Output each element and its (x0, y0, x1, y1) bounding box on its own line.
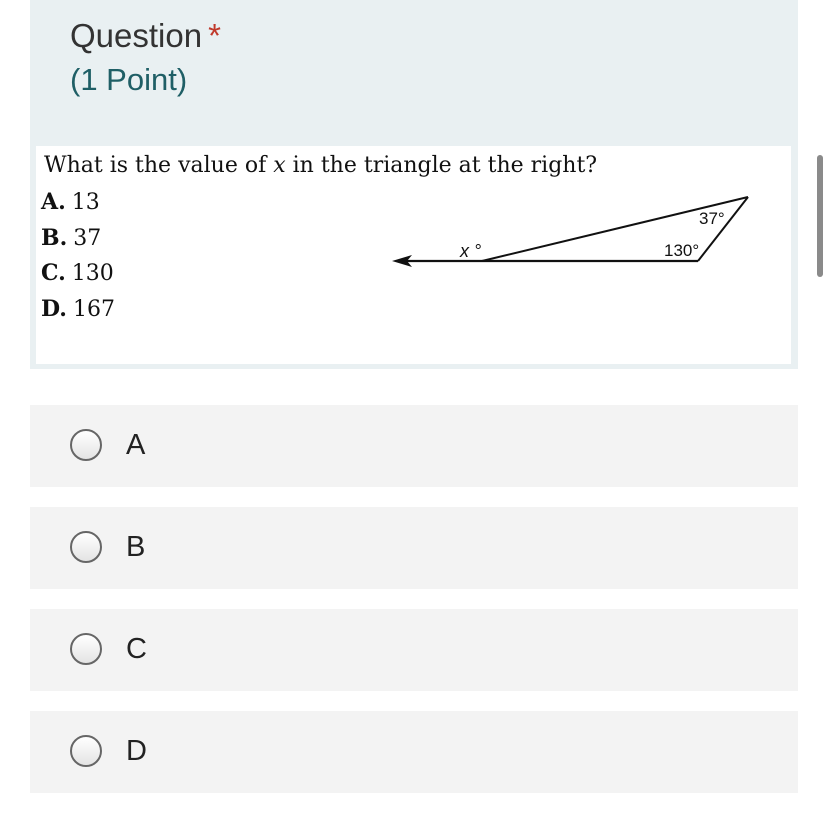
triangle-figure: x ° 37° 130° (392, 196, 749, 267)
exterior-angle-label: x ° (459, 241, 481, 261)
option-c[interactable]: C (30, 609, 798, 691)
right-angle-label: 130° (664, 241, 699, 260)
option-label: B (126, 531, 146, 563)
question-title: Question * (70, 16, 221, 56)
option-label: C (126, 633, 147, 665)
radio-button-icon[interactable] (70, 633, 102, 665)
option-label: A (126, 429, 146, 461)
scrollbar-thumb[interactable] (817, 155, 823, 277)
triangle-top-side (481, 196, 749, 262)
option-a[interactable]: A (30, 405, 798, 487)
question-points: (1 Point) (70, 62, 188, 97)
option-b[interactable]: B (30, 507, 798, 589)
option-d[interactable]: D (30, 711, 798, 793)
radio-button-icon[interactable] (70, 735, 102, 767)
top-angle-label: 37° (699, 209, 725, 228)
radio-button-icon[interactable] (70, 531, 102, 563)
question-title-text: Question (70, 17, 203, 54)
option-label: D (126, 735, 147, 767)
question-card: Question * (1 Point) What is the value of… (30, 0, 798, 369)
question-image: What is the value of x in the triangle a… (36, 146, 791, 364)
radio-button-icon[interactable] (70, 429, 102, 461)
required-marker: * (208, 17, 221, 54)
